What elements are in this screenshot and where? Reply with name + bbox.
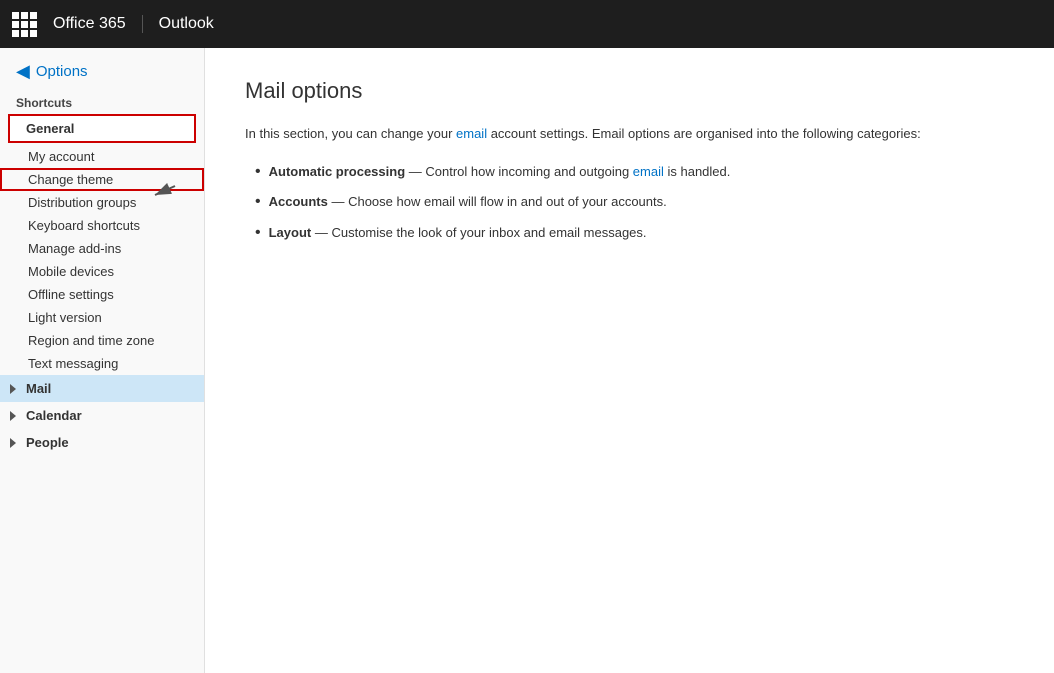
content-title: Mail options <box>245 78 1014 104</box>
sidebar-item-text-messaging[interactable]: Text messaging <box>0 352 204 375</box>
bullet-list: Automatic processing — Control how incom… <box>245 162 1014 244</box>
sidebar-item-mobile-devices[interactable]: Mobile devices <box>0 260 204 283</box>
chevron-right-icon <box>10 384 16 394</box>
sidebar-nav-item-people[interactable]: People <box>0 429 204 456</box>
email-link[interactable]: email <box>456 126 487 141</box>
sidebar-item-region-and-time-zone[interactable]: Region and time zone <box>0 329 204 352</box>
sidebar-item-manage-add-ins[interactable]: Manage add-ins <box>0 237 204 260</box>
sidebar-item-offline-settings[interactable]: Offline settings <box>0 283 204 306</box>
bullet-item-layout: Layout — Customise the look of your inbo… <box>255 223 1014 244</box>
chevron-right-icon-people <box>10 438 16 448</box>
mail-nav-label: Mail <box>26 381 51 396</box>
bullet-term-layout: Layout <box>269 225 312 240</box>
sidebar-item-light-version[interactable]: Light version <box>0 306 204 329</box>
sidebar-item-distribution-groups[interactable]: Distribution groups <box>0 191 204 214</box>
bullet-item-accounts: Accounts — Choose how email will flow in… <box>255 192 1014 213</box>
sidebar: ◀ Options Shortcuts General My account C… <box>0 48 205 673</box>
shortcuts-label: Shortcuts <box>0 90 204 114</box>
general-group-label[interactable]: General <box>8 114 196 143</box>
bullet-item-automatic-processing: Automatic processing — Control how incom… <box>255 162 1014 183</box>
topbar: Office 365 Outlook <box>0 0 1054 48</box>
calendar-nav-label: Calendar <box>26 408 82 423</box>
app-label: Outlook <box>159 15 214 33</box>
bullet-sep-1: — Control how incoming and outgoing <box>409 164 633 179</box>
bullet-sep-1b: is handled. <box>664 164 731 179</box>
sidebar-item-change-theme[interactable]: Change theme <box>0 168 204 191</box>
back-icon[interactable]: ◀ <box>16 62 30 80</box>
content-intro: In this section, you can change your ema… <box>245 124 1014 144</box>
sidebar-nav-item-mail[interactable]: Mail <box>0 375 204 402</box>
main-container: ◀ Options Shortcuts General My account C… <box>0 48 1054 673</box>
bullet-desc-accounts: — Choose how email will flow in and out … <box>331 194 666 209</box>
people-nav-label: People <box>26 435 69 450</box>
bullet-term-automatic-processing: Automatic processing <box>269 164 406 179</box>
content-area: Mail options In this section, you can ch… <box>205 48 1054 673</box>
options-header[interactable]: ◀ Options <box>0 48 204 90</box>
chevron-right-icon-calendar <box>10 411 16 421</box>
bullet-term-accounts: Accounts <box>269 194 328 209</box>
sidebar-item-keyboard-shortcuts[interactable]: Keyboard shortcuts <box>0 214 204 237</box>
email-link-2[interactable]: email <box>633 164 664 179</box>
sidebar-item-my-account[interactable]: My account <box>0 145 204 168</box>
sidebar-nav-item-calendar[interactable]: Calendar <box>0 402 204 429</box>
options-title: Options <box>36 63 88 80</box>
bullet-desc-layout: — Customise the look of your inbox and e… <box>315 225 647 240</box>
office-365-label: Office 365 <box>53 15 143 33</box>
grid-icon[interactable] <box>12 12 37 37</box>
